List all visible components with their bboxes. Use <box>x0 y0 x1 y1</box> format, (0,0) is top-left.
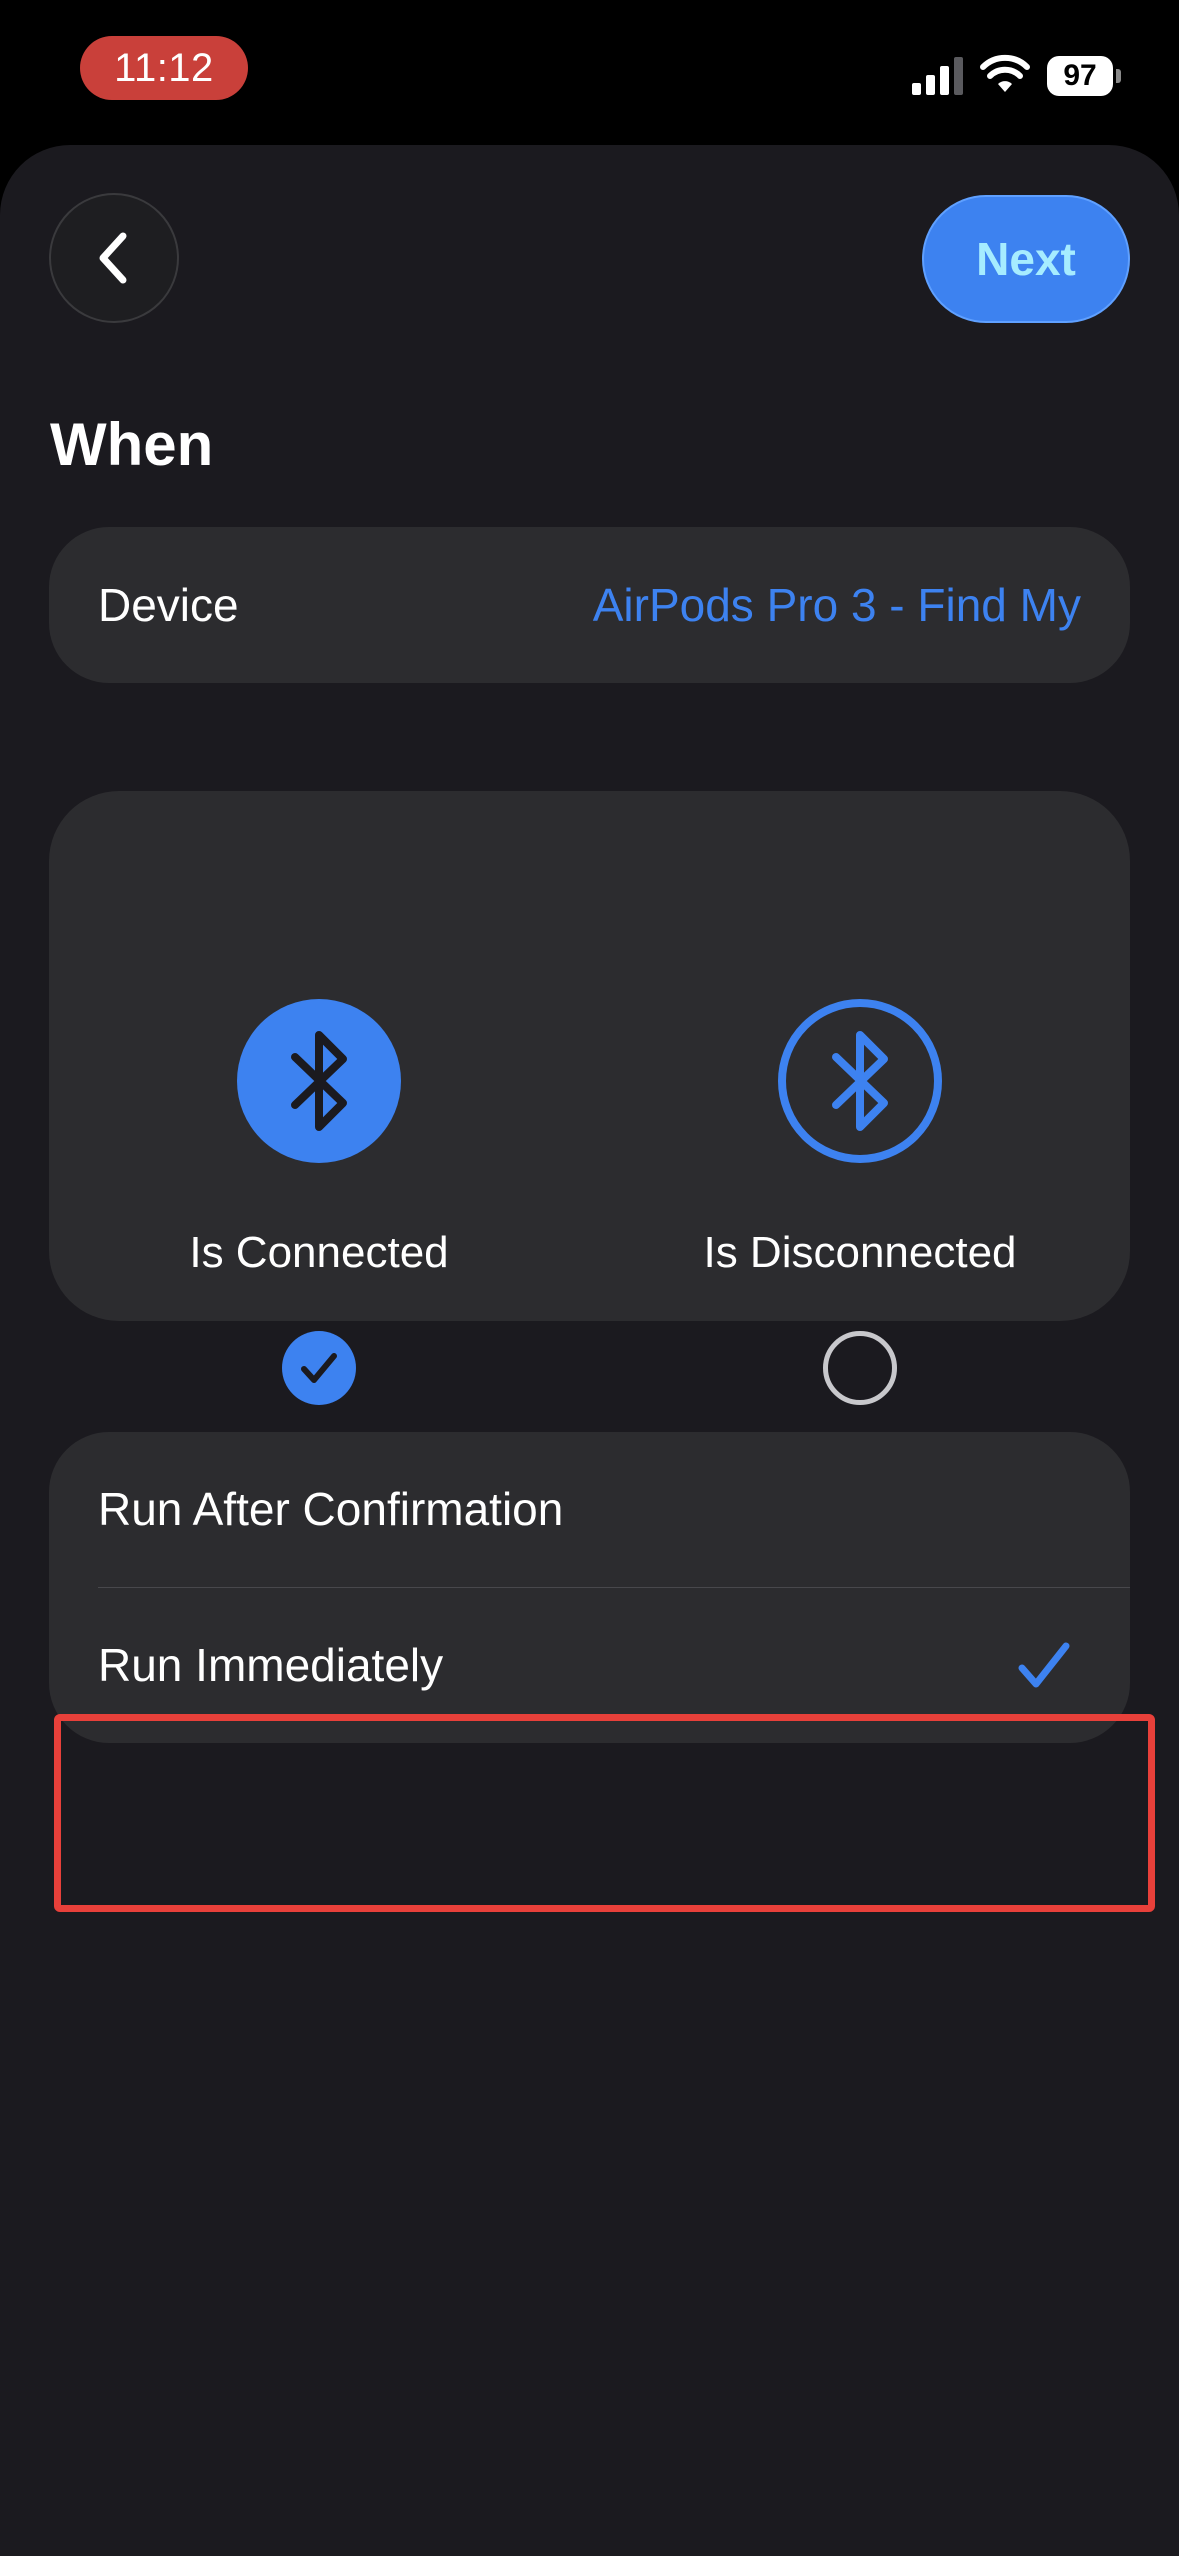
automation-sheet: Next When Device AirPods Pro 3 - Find My… <box>0 145 1179 2556</box>
cellular-signal-icon <box>912 57 963 95</box>
section-title: When <box>50 411 214 478</box>
bluetooth-icon <box>778 999 942 1163</box>
status-time[interactable]: 11:12 <box>80 36 248 100</box>
radio-checked[interactable] <box>282 1331 356 1405</box>
back-button[interactable] <box>49 193 179 323</box>
radio-unchecked[interactable] <box>823 1331 897 1405</box>
run-options-card: Run After Confirmation Run Immediately <box>49 1432 1130 1743</box>
checkmark-icon <box>1018 1642 1070 1688</box>
screen: 11:12 97 Next When Device AirPods Pro 3 … <box>0 0 1179 2556</box>
run-option-label: Run Immediately <box>98 1639 444 1691</box>
run-option-immediately[interactable]: Run Immediately <box>49 1588 1130 1743</box>
device-label: Device <box>98 579 239 631</box>
run-option-label: Run After Confirmation <box>98 1483 564 1535</box>
next-button[interactable]: Next <box>922 195 1130 323</box>
device-row[interactable]: Device AirPods Pro 3 - Find My <box>49 527 1130 683</box>
run-option-after-confirmation[interactable]: Run After Confirmation <box>49 1432 1130 1588</box>
highlight-annotation <box>54 1714 1155 1912</box>
state-label-connected: Is Connected <box>189 1228 449 1277</box>
battery-icon: 97 <box>1047 56 1121 96</box>
battery-level: 97 <box>1047 56 1113 96</box>
bluetooth-icon <box>237 999 401 1163</box>
state-option-disconnected[interactable]: Is Disconnected <box>590 791 1130 1405</box>
connection-state-card: Is Connected Is Disconnected <box>49 791 1130 1405</box>
state-option-connected[interactable]: Is Connected <box>49 791 589 1405</box>
chevron-left-icon <box>99 232 127 284</box>
state-label-disconnected: Is Disconnected <box>703 1228 1017 1277</box>
status-bar: 11:12 97 <box>0 0 1179 140</box>
device-value[interactable]: AirPods Pro 3 - Find My <box>593 527 1081 683</box>
wifi-icon <box>980 54 1030 92</box>
